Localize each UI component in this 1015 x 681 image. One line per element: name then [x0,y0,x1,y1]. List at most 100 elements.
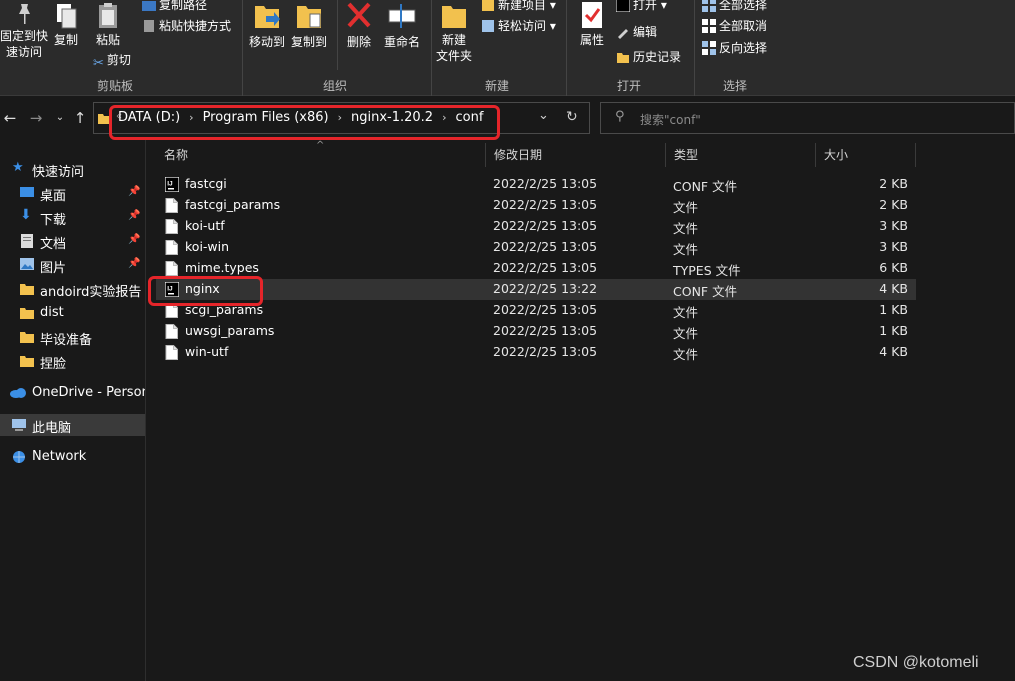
new-item-button[interactable]: 新建项目 ▾ [481,0,556,13]
back-arrow-icon[interactable]: ← [0,106,20,130]
paste-button[interactable]: 粘贴 [91,2,125,48]
select-all-label: 全部选择 [719,0,768,12]
column-header-name[interactable]: 名称 ^ [156,140,486,167]
cut-button[interactable]: ✂ 剪切 [93,52,131,72]
delete-label: 删除 [346,35,371,49]
copy-button[interactable]: 复制 [50,2,82,48]
folder-icon [20,284,34,295]
refresh-icon[interactable]: ↻ [566,109,578,125]
open-label: 打开 ▾ [633,0,667,12]
nav-item-documents[interactable]: 文档 📌 [0,230,145,252]
rename-icon [388,4,416,28]
nav-item-label: 桌面 [40,189,67,204]
file-size: 3 KB [879,239,908,254]
copy-to-button[interactable]: 复制到 [289,0,329,50]
pin-quick-access-button[interactable]: 固定到快 速访问 [0,2,48,60]
file-icon [165,240,178,255]
edit-button[interactable]: 编辑 [616,24,657,40]
watermark: CSDN @kotomeli [853,654,979,671]
document-icon [21,234,33,248]
nav-this-pc-label: 此电脑 [32,421,72,436]
column-header-type[interactable]: 类型 [666,143,816,167]
group-open-label: 打开 [616,79,641,93]
copy-path-icon [142,1,156,11]
nav-item-label: 毕设准备 [40,333,93,348]
nav-network-label: Network [32,449,87,464]
nav-item-android-report[interactable]: andoird实验报告 [0,278,145,300]
file-name: koi-utf [185,218,225,233]
select-all-button[interactable]: 全部选择 [702,0,767,13]
nav-item-graduation-prep[interactable]: 毕设准备 [0,326,145,348]
forward-arrow-icon[interactable]: → [26,106,46,130]
address-dropdown-chevron-icon[interactable]: ⌄ [538,108,549,123]
nav-item-pictures[interactable]: 图片 📌 [0,254,145,276]
nginx-highlight-box [148,276,263,306]
paste-shortcut-button[interactable]: 粘贴快捷方式 [142,18,231,34]
file-size: 6 KB [879,260,908,275]
file-row[interactable]: win-utf 2022/2/25 13:05 文件 4 KB [156,342,916,363]
nav-item-downloads[interactable]: ⬇ 下载 📌 [0,206,145,228]
nav-this-pc[interactable]: 此电脑 [0,414,145,436]
file-modified: 2022/2/25 13:05 [493,302,598,317]
new-folder-button[interactable]: 新建 文件夹 [434,0,474,64]
select-none-icon [702,19,716,33]
copy-path-button[interactable]: 复制路径 [142,0,207,13]
file-row[interactable]: koi-win 2022/2/25 13:05 文件 3 KB [156,237,916,258]
file-row[interactable]: IJ fastcgi 2022/2/25 13:05 CONF 文件 2 KB [156,174,916,195]
properties-button[interactable]: 属性 [574,0,610,48]
column-header-size[interactable]: 大小 [816,143,916,167]
sort-ascending-icon: ^ [316,140,325,151]
column-header-modified[interactable]: 修改日期 [486,143,666,167]
file-row[interactable]: IJ nginx 2022/2/25 13:22 CONF 文件 4 KB [156,279,916,300]
nav-quick-access-label: 快速访问 [32,165,85,180]
nav-item-dist[interactable]: dist [0,302,145,324]
file-icon [165,345,178,360]
file-type: 文件 [673,326,699,341]
delete-button[interactable]: 删除 [343,0,375,50]
network-icon [13,451,25,463]
invert-selection-button[interactable]: 反向选择 [702,40,767,56]
nav-network[interactable]: Network [0,446,145,468]
file-name: win-utf [185,344,229,359]
group-separator [566,0,567,96]
history-icon [617,53,629,63]
file-size: 3 KB [879,218,908,233]
open-button[interactable]: 打开 ▾ [616,0,667,13]
nav-item-label: dist [40,305,64,320]
copy-path-label: 复制路径 [159,0,208,12]
folder-icon [20,308,34,319]
nav-quick-access[interactable]: ★ 快速访问 [0,158,145,180]
file-row[interactable]: uwsgi_params 2022/2/25 13:05 文件 1 KB [156,321,916,342]
rename-button[interactable]: 重命名 [381,0,423,50]
clipboard-icon [99,3,117,28]
pin-icon [19,4,30,24]
select-none-button[interactable]: 全部取消 [702,18,767,34]
file-row[interactable]: scgi_params 2022/2/25 13:05 文件 1 KB [156,300,916,321]
nav-item-label: 文档 [40,237,67,252]
paste-label: 粘贴 [95,33,120,47]
search-icon: ⚲ [615,109,625,124]
history-label: 历史记录 [633,50,682,64]
ribbon: 固定到快 速访问 复制 粘贴 复制路径 粘贴快捷方式 ✂ 剪切 剪贴板 移动到 复… [0,0,1015,96]
file-type: 文件 [673,242,699,257]
nav-item-desktop[interactable]: 桌面 📌 [0,182,145,204]
move-to-folder-icon [255,6,280,28]
nav-item-label: 捏脸 [40,357,67,372]
history-button[interactable]: 历史记录 [616,49,681,65]
file-name: fastcgi [185,176,227,191]
file-name: koi-win [185,239,230,254]
file-row[interactable]: fastcgi_params 2022/2/25 13:05 文件 2 KB [156,195,916,216]
easy-access-button[interactable]: 轻松访问 ▾ [481,18,556,34]
file-modified: 2022/2/25 13:05 [493,344,598,359]
move-to-button[interactable]: 移动到 [247,0,287,50]
nav-item-face-sculpt[interactable]: 捏脸 [0,350,145,372]
nav-item-label: 下载 [40,213,67,228]
recent-locations-chevron-icon[interactable]: ⌄ [50,106,70,130]
nav-item-label: 图片 [40,261,67,276]
cut-label: 剪切 [106,53,131,67]
nav-onedrive[interactable]: OneDrive - Persona [0,382,145,404]
file-row[interactable]: mime.types 2022/2/25 13:05 TYPES 文件 6 KB [156,258,916,279]
up-arrow-icon[interactable]: ↑ [70,106,90,130]
file-size: 2 KB [879,176,908,191]
file-row[interactable]: koi-utf 2022/2/25 13:05 文件 3 KB [156,216,916,237]
